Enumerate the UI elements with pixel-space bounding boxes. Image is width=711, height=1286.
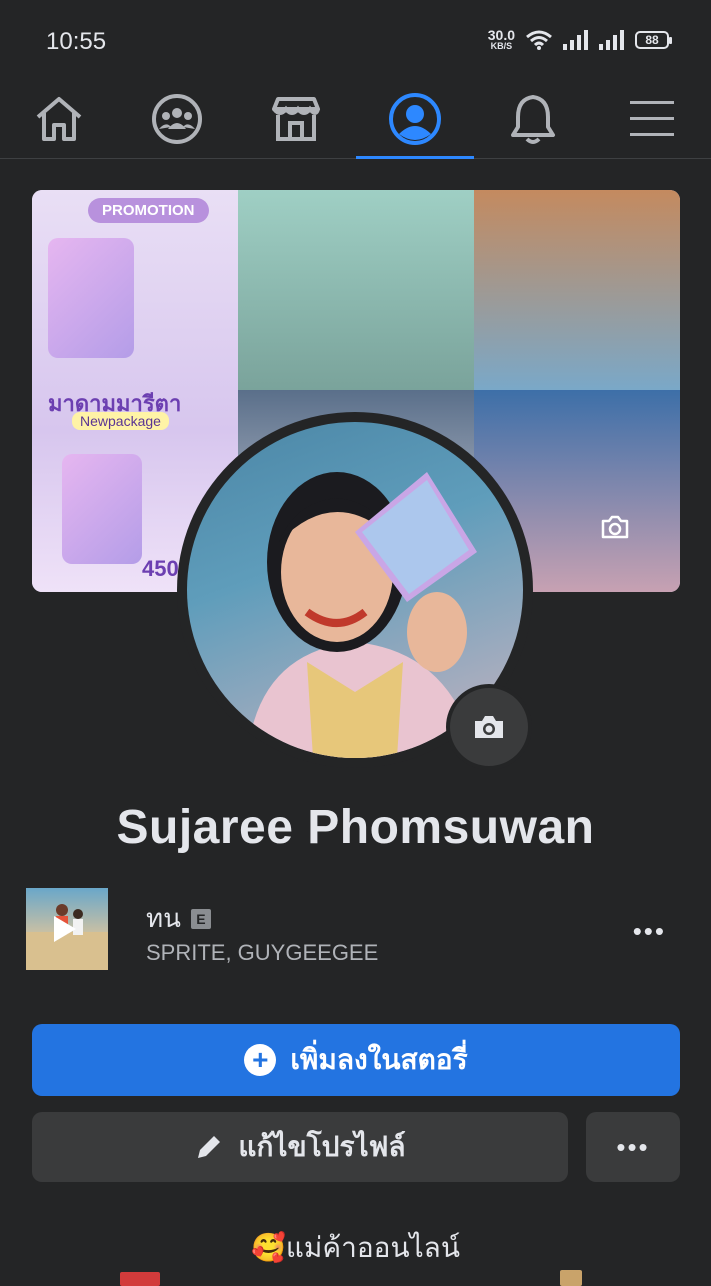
cover-photo-tile — [474, 190, 680, 390]
explicit-badge: E — [190, 908, 211, 929]
home-icon — [36, 97, 82, 141]
profile-icon — [389, 93, 441, 145]
promo-tag: PROMOTION — [88, 198, 209, 223]
camera-icon — [601, 515, 629, 539]
music-thumbnail[interactable] — [26, 888, 108, 970]
bio-next-line — [120, 1266, 590, 1286]
status-bar: 10:55 30.0 KB/S 88 — [0, 0, 711, 80]
bio-cutoff-line — [120, 1270, 582, 1286]
music-title-row: ทน E — [146, 898, 211, 939]
plus-circle-icon: + — [244, 1044, 277, 1076]
status-time: 10:55 — [46, 28, 107, 55]
promo-subtitle: Newpackage — [72, 412, 169, 430]
signal-icon — [563, 29, 588, 50]
add-to-story-label: เพิ่มลงในสตอรี่ — [290, 1044, 468, 1075]
nav-home[interactable] — [0, 80, 118, 158]
edit-profile-button[interactable]: แก้ไขโปรไฟล์ — [32, 1112, 568, 1182]
product-pack-image-2 — [62, 454, 142, 564]
play-icon — [54, 916, 76, 942]
wifi-icon — [526, 30, 552, 50]
avatar-camera-button[interactable] — [446, 684, 532, 770]
network-speed-value: 30.0 — [487, 27, 515, 43]
nav-profile[interactable] — [356, 80, 474, 159]
pencil-icon — [198, 1136, 221, 1158]
cover-photo-tile — [238, 190, 474, 390]
more-options-button[interactable]: ••• — [586, 1112, 680, 1182]
music-title: ทน — [146, 903, 181, 933]
camera-icon — [475, 716, 503, 738]
top-nav — [0, 80, 711, 159]
profile-music[interactable]: ทน E SPRITE, GUYGEEGEE ••• — [26, 888, 686, 972]
groups-icon — [152, 94, 202, 144]
cover-camera-button[interactable] — [598, 510, 632, 544]
promo-price: 450 — [142, 556, 179, 581]
nav-groups[interactable] — [118, 80, 236, 158]
battery-icon: 88 — [635, 30, 672, 49]
signal-icon-2 — [599, 29, 624, 50]
nav-menu[interactable] — [593, 80, 711, 158]
nav-marketplace[interactable] — [237, 80, 355, 158]
marketplace-icon — [272, 97, 320, 141]
profile-bio: 🥰แม่ค้าออนไลน์ — [251, 1232, 460, 1263]
network-speed: 30.0 KB/S — [488, 28, 515, 51]
profile-name: Sujaree Phomsuwan — [116, 801, 595, 854]
music-more-button[interactable]: ••• — [633, 916, 666, 947]
edit-profile-label: แก้ไขโปรไฟล์ — [238, 1131, 406, 1162]
bell-icon — [511, 95, 555, 144]
nav-notifications[interactable] — [474, 80, 592, 158]
menu-icon — [630, 101, 674, 136]
network-speed-unit: KB/S — [490, 41, 513, 51]
add-to-story-button[interactable]: + เพิ่มลงในสตอรี่ — [32, 1024, 680, 1096]
music-artist: SPRITE, GUYGEEGEE — [146, 940, 379, 965]
status-icons: 30.0 KB/S 88 — [488, 28, 672, 51]
product-pack-image — [48, 238, 134, 358]
